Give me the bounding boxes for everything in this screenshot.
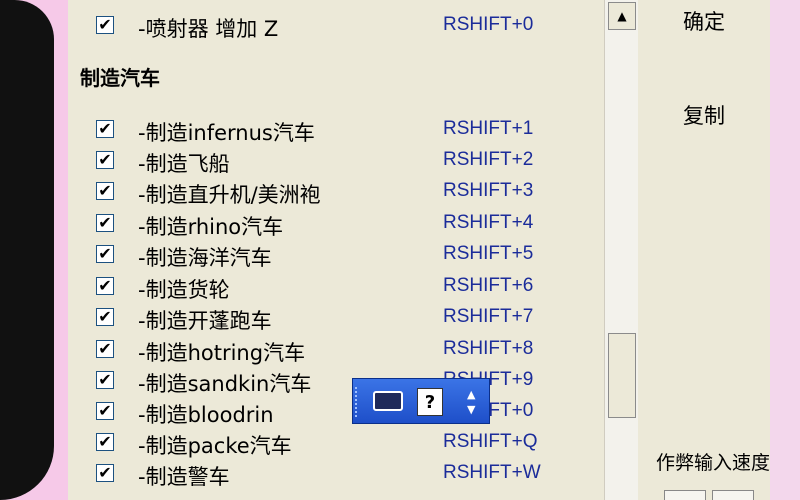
action-panel: 确定 复制 作弊输入速度 xyxy=(638,0,770,500)
checkbox[interactable]: ✔ xyxy=(96,245,114,263)
hotkey: RSHIFT+8 xyxy=(443,338,534,359)
hotkey: RSHIFT+3 xyxy=(443,180,534,201)
hotkey: RSHIFT+W xyxy=(443,462,541,483)
list-item[interactable]: ✔ -制造bloodrin RSHIFT+0 xyxy=(68,398,604,427)
item-label: -制造海洋汽车 xyxy=(138,246,272,270)
hotkey: RSHIFT+0 xyxy=(443,14,534,35)
hotkey: RSHIFT+4 xyxy=(443,212,534,233)
item-label: -制造bloodrin xyxy=(138,403,274,427)
checkbox[interactable]: ✔ xyxy=(96,308,114,326)
copy-button[interactable]: 复制 xyxy=(638,100,770,130)
hotkey: RSHIFT+7 xyxy=(443,306,534,327)
input-speed-label: 作弊输入速度 xyxy=(656,452,771,474)
item-label: -制造开蓬跑车 xyxy=(138,309,272,333)
ime-toolbar[interactable]: ? ▲ ▼ xyxy=(352,378,490,424)
section-title: 制造汽车 xyxy=(80,66,160,90)
confirm-button[interactable]: 确定 xyxy=(638,6,770,36)
item-label: -喷射器 增加 Z xyxy=(138,17,279,41)
keyboard-icon[interactable] xyxy=(373,391,403,411)
list-item[interactable]: ✔ -制造infernus汽车 RSHIFT+1 xyxy=(68,116,604,145)
speed-option[interactable] xyxy=(664,490,706,500)
help-icon[interactable]: ? xyxy=(417,388,443,416)
checkbox[interactable]: ✔ xyxy=(96,433,114,451)
checkbox[interactable]: ✔ xyxy=(96,340,114,358)
item-label: -制造packe汽车 xyxy=(138,434,292,458)
checkbox[interactable]: ✔ xyxy=(96,16,114,34)
checkbox[interactable]: ✔ xyxy=(96,464,114,482)
checkbox[interactable]: ✔ xyxy=(96,371,114,389)
item-label: -制造sandkin汽车 xyxy=(138,372,312,396)
item-label: -制造rhino汽车 xyxy=(138,215,284,239)
vertical-scrollbar[interactable]: ▲ xyxy=(604,0,639,500)
list-item[interactable]: ✔ -制造packe汽车 RSHIFT+Q xyxy=(68,429,604,458)
item-label: -制造警车 xyxy=(138,465,230,489)
list-item[interactable]: ✔ -制造直升机/美洲袍 RSHIFT+3 xyxy=(68,178,604,207)
chevron-down-icon[interactable]: ▼ xyxy=(467,402,475,417)
list-item[interactable]: ✔ -制造开蓬跑车 RSHIFT+7 xyxy=(68,304,604,333)
item-label: -制造infernus汽车 xyxy=(138,121,315,145)
list-item[interactable]: ✔ -制造货轮 RSHIFT+6 xyxy=(68,273,604,302)
item-label: -制造hotring汽车 xyxy=(138,341,306,365)
checkbox[interactable]: ✔ xyxy=(96,120,114,138)
list-item[interactable]: ✔ -喷射器 增加 Z RSHIFT+0 xyxy=(68,12,604,41)
hotkey: RSHIFT+6 xyxy=(443,275,534,296)
checkbox[interactable]: ✔ xyxy=(96,182,114,200)
desktop-background-right xyxy=(770,0,800,500)
speed-option[interactable] xyxy=(712,490,754,500)
hotkey: RSHIFT+2 xyxy=(443,149,534,170)
list-item[interactable]: ✔ -制造rhino汽车 RSHIFT+4 xyxy=(68,210,604,239)
hotkey: RSHIFT+1 xyxy=(443,118,534,139)
list-item[interactable]: ✔ -制造飞船 RSHIFT+2 xyxy=(68,147,604,176)
list-item[interactable]: ✔ -制造hotring汽车 RSHIFT+8 xyxy=(68,336,604,365)
checkbox[interactable]: ✔ xyxy=(96,151,114,169)
item-label: -制造货轮 xyxy=(138,278,230,302)
item-label: -制造直升机/美洲袍 xyxy=(138,183,321,207)
item-label: -制造飞船 xyxy=(138,152,230,176)
hotkey: RSHIFT+5 xyxy=(443,243,534,264)
hotkey: RSHIFT+Q xyxy=(443,431,538,452)
desktop-background xyxy=(0,0,68,500)
ime-drag-handle[interactable] xyxy=(355,387,361,417)
chevron-up-icon[interactable]: ▲ xyxy=(467,387,475,402)
list-item[interactable]: ✔ -制造海洋汽车 RSHIFT+5 xyxy=(68,241,604,270)
checkbox[interactable]: ✔ xyxy=(96,277,114,295)
speed-options[interactable] xyxy=(664,490,754,500)
background-silhouette xyxy=(0,0,54,500)
list-item[interactable]: ✔ -制造sandkin汽车 RSHIFT+9 xyxy=(68,367,604,396)
ime-options[interactable]: ▲ ▼ xyxy=(467,387,475,417)
scroll-thumb[interactable] xyxy=(608,333,636,418)
scroll-up-button[interactable]: ▲ xyxy=(608,2,636,30)
list-item[interactable]: ✔ -制造警车 RSHIFT+W xyxy=(68,460,604,489)
checkbox[interactable]: ✔ xyxy=(96,214,114,232)
checkbox[interactable]: ✔ xyxy=(96,402,114,420)
cheat-list: 制造汽车 ✔ -喷射器 增加 Z RSHIFT+0 ✔ -制造infernus汽… xyxy=(68,0,605,500)
